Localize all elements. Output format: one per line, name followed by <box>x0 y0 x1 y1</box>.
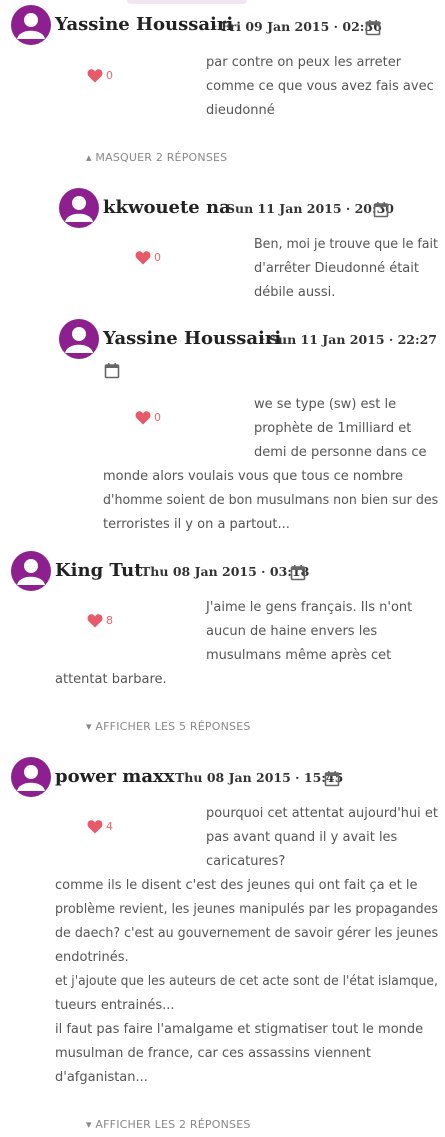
like-button[interactable]: 0 <box>135 410 161 425</box>
comment-date: Fri 09 Jan 2015 · 02:36 <box>221 19 382 34</box>
comment-line: pas avant quand il y avait les <box>206 830 398 845</box>
like-button[interactable]: 4 <box>87 819 113 834</box>
comment-line: musulmans même après cet <box>206 648 392 663</box>
comment-author[interactable]: kkwouete na <box>103 196 231 220</box>
user-icon <box>17 765 45 791</box>
heart-icon <box>87 820 103 834</box>
comment-line: monde alors voulais vous que tous ce nom… <box>103 469 404 484</box>
user-icon <box>17 13 45 39</box>
heart-icon <box>135 251 151 265</box>
avatar[interactable] <box>11 757 51 797</box>
separator-dot: · <box>262 333 266 346</box>
separator-dot: · <box>168 771 172 784</box>
like-count: 0 <box>154 250 161 264</box>
comment-date: Thu 08 Jan 2015 · 03:18 <box>141 564 310 579</box>
user-icon <box>65 327 93 353</box>
calendar-icon[interactable] <box>373 201 389 218</box>
comment-line: terroristes il y on a partout... <box>103 517 290 532</box>
comment-line: comme ce que vous avez fais avec <box>206 79 434 94</box>
comment-line: musulman de france, car ces assassins vi… <box>55 1046 371 1061</box>
separator-dot: · <box>134 565 138 578</box>
previous-comment-edge <box>127 0 247 4</box>
calendar-icon[interactable] <box>365 19 381 36</box>
user-icon <box>65 196 93 222</box>
comment-line: demi de personne dans ce <box>254 445 427 460</box>
comment-line: caricatures? <box>206 854 286 869</box>
avatar[interactable] <box>11 551 51 591</box>
comment-author[interactable]: King Tut <box>55 559 143 583</box>
comment-line: tueurs entrainés... <box>55 998 175 1013</box>
like-count: 0 <box>106 68 113 82</box>
calendar-icon[interactable] <box>324 770 340 787</box>
comment-date: Sun 11 Jan 2015 · 22:27 <box>269 332 438 347</box>
comment-line: par contre on peux les arreter <box>206 55 402 70</box>
comment-line: de daech? c'est au gouvernement de savoi… <box>55 926 439 941</box>
comment-line: we se type (sw) est le <box>254 397 397 412</box>
calendar-icon[interactable] <box>290 564 306 581</box>
user-icon <box>17 559 45 585</box>
comment-line: et j'ajoute que les auteurs de cet acte … <box>55 974 438 989</box>
comment-author[interactable]: Yassine Houssairi <box>55 13 233 37</box>
comment-line: comme ils le disent c'est des jeunes qui… <box>55 878 418 893</box>
comment-line: attentat barbare. <box>55 672 167 687</box>
avatar[interactable] <box>11 5 51 45</box>
like-button[interactable]: 0 <box>87 68 113 83</box>
avatar[interactable] <box>59 319 99 359</box>
separator-dot: · <box>214 20 218 33</box>
like-count: 4 <box>106 819 113 833</box>
heart-icon <box>87 614 103 628</box>
like-button[interactable]: 0 <box>135 250 161 265</box>
comment-line: d'afganistan... <box>55 1070 148 1085</box>
comment-line: Ben, moi je trouve que le fait <box>254 237 439 252</box>
comment-line: d'homme soient de bon musulmans non bien… <box>103 493 439 508</box>
show-replies-toggle[interactable]: ▾ AFFICHER LES 2 RÉPONSES <box>86 1118 251 1132</box>
show-replies-toggle[interactable]: ▾ AFFICHER LES 5 RÉPONSES <box>86 720 251 734</box>
comment-author[interactable]: Yassine Houssairi <box>103 327 281 351</box>
heart-icon <box>135 411 151 425</box>
like-button[interactable]: 8 <box>87 613 113 628</box>
comment-line: aucun de haine envers les <box>206 624 378 639</box>
comment-line: problème revient, les jeunes manipulés p… <box>55 902 439 917</box>
calendar-icon[interactable] <box>104 362 120 379</box>
comment-line: débile aussi. <box>254 285 336 300</box>
comment-line: prophète de 1milliard et <box>254 421 412 436</box>
hide-replies-toggle[interactable]: ▴ MASQUER 2 RÉPONSES <box>86 151 227 165</box>
comment-line: endotrinés. <box>55 950 129 965</box>
comment-date: Sun 11 Jan 2015 · 20:30 <box>226 201 395 216</box>
comment-line: pourquoi cet attentat aujourd'hui et <box>206 806 438 821</box>
like-count: 0 <box>154 410 161 424</box>
comment-date: Thu 08 Jan 2015 · 15:45 <box>175 770 344 785</box>
comment-author[interactable]: power maxx <box>55 765 174 789</box>
comment-line: dieudonné <box>206 103 275 118</box>
comment-line: J'aime le gens français. Ils n'ont <box>206 600 413 615</box>
like-count: 8 <box>106 613 113 627</box>
separator-dot: · <box>219 202 223 215</box>
comment-line: d'arrêter Dieudonné était <box>254 261 419 276</box>
comment-line: il faut pas faire l'amalgame et stigmati… <box>55 1022 424 1037</box>
avatar[interactable] <box>59 188 99 228</box>
heart-icon <box>87 69 103 83</box>
